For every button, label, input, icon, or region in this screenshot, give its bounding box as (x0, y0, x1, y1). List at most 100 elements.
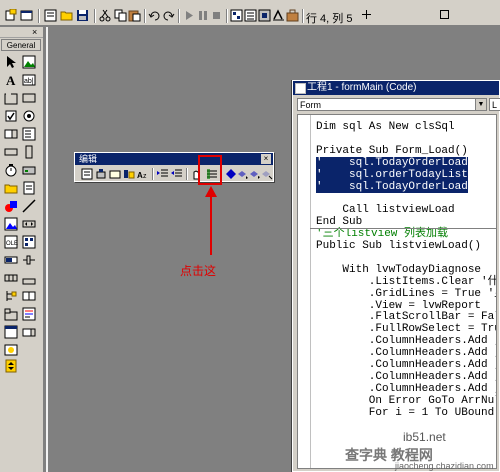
edit-toolbar: 编辑 × Az (74, 152, 274, 182)
add-form-icon[interactable] (20, 9, 34, 22)
dirlistbox-tool-icon[interactable] (4, 181, 18, 195)
pointer-tool-icon[interactable] (4, 55, 18, 69)
code-line: .FullRowSelect = True (316, 323, 497, 336)
save-project-icon[interactable] (76, 9, 90, 22)
end-icon[interactable] (210, 9, 224, 22)
code-line: .ColumnHeaders.Add , , (316, 335, 497, 348)
drivelistbox-tool-icon[interactable] (22, 163, 36, 177)
cursor-position-status: 行 4, 列 5 (306, 13, 353, 25)
code-line: .FlatScrollBar = False (316, 311, 497, 324)
complete-word-icon[interactable]: Az (137, 168, 149, 180)
form-layout-icon[interactable] (258, 9, 272, 22)
watermark-line-1: ib51.net (403, 430, 446, 444)
toolbar-tool-icon[interactable] (4, 271, 18, 285)
code-line: On Error GoTo ArrNullA (316, 394, 497, 407)
code-line: Call listviewLoad (316, 204, 455, 217)
svg-text:z: z (143, 173, 147, 180)
line-tool-icon[interactable] (22, 199, 36, 213)
label-tool-icon[interactable]: A (4, 73, 18, 87)
code-line: '三个listview 列表加载 (316, 228, 449, 241)
code-window-icon (295, 83, 306, 94)
combobox-tool-icon[interactable] (4, 127, 18, 141)
image-tool-icon[interactable] (4, 217, 18, 231)
animation-tool-icon[interactable] (4, 343, 18, 357)
open-project-icon[interactable] (60, 9, 74, 22)
code-line: ' sql.TodayOrderLoad (316, 156, 468, 169)
break-icon[interactable] (196, 9, 210, 22)
clear-bookmarks-icon[interactable] (261, 168, 273, 180)
size-icon (440, 10, 449, 19)
progressbar-tool-icon[interactable] (4, 253, 18, 267)
next-bookmark-icon[interactable] (237, 168, 249, 180)
richtextbox-tool-icon[interactable] (22, 307, 36, 321)
menu-editor-icon[interactable] (44, 9, 58, 22)
undo-icon[interactable] (148, 9, 162, 22)
edit-toolbar-close-button[interactable]: × (261, 154, 271, 164)
svg-text:ab|: ab| (24, 78, 34, 85)
statusbar-tool-icon[interactable] (22, 271, 36, 285)
chevron-down-icon[interactable]: ▼ (475, 99, 486, 110)
commandbutton-tool-icon[interactable] (22, 91, 36, 105)
list-constants-icon[interactable] (95, 168, 107, 180)
vscrollbar-tool-icon[interactable] (22, 145, 36, 159)
parameter-info-icon[interactable] (123, 168, 135, 180)
tabstrip-tool-icon[interactable] (4, 307, 18, 321)
monthview-tool-icon[interactable] (4, 325, 18, 339)
code-gutter (298, 115, 311, 468)
code-line: ' sql.TodayOrderLoad (316, 180, 468, 193)
shape-tool-icon[interactable] (4, 199, 18, 213)
properties-window-icon[interactable] (244, 9, 258, 22)
treeview-tool-icon[interactable] (4, 289, 18, 303)
cut-icon[interactable] (98, 9, 112, 22)
annotation-arrow-icon (205, 186, 217, 255)
ole-tool-icon[interactable]: OLE (4, 235, 18, 249)
data-tool-icon[interactable] (22, 217, 36, 231)
toolbox-panel: × General A ab| OLE (0, 27, 44, 472)
start-icon[interactable] (182, 9, 196, 22)
code-window-title[interactable]: 工程1 - formMain (Code) (293, 81, 499, 95)
procedure-combobox[interactable]: L (489, 98, 500, 111)
picturebox-tool-icon[interactable] (22, 55, 36, 69)
listbox-tool-icon[interactable] (22, 127, 36, 141)
toolbox-close-button[interactable]: × (32, 27, 37, 37)
toggle-bookmark-icon[interactable] (225, 168, 237, 180)
indent-icon[interactable] (157, 168, 169, 180)
frame-tool-icon[interactable] (4, 91, 18, 105)
previous-bookmark-icon[interactable] (249, 168, 261, 180)
updown-tool-icon[interactable] (4, 359, 18, 373)
list-properties-icon[interactable] (81, 168, 93, 180)
position-icon (362, 10, 371, 19)
code-line: .ColumnHeaders.Add , , (316, 359, 497, 371)
copy-icon[interactable] (114, 9, 128, 22)
toolbox-icon[interactable] (286, 9, 300, 22)
edit-toolbar-title[interactable]: 编辑 (75, 153, 273, 165)
timer-tool-icon[interactable] (4, 163, 18, 177)
optionbutton-tool-icon[interactable] (22, 109, 36, 123)
redo-icon[interactable] (162, 9, 176, 22)
code-editor[interactable]: Dim sql As New clsSql Private Sub Form_Lo… (297, 114, 497, 469)
add-project-icon[interactable] (4, 9, 18, 22)
code-line: .ListItems.Clear '什么 (316, 275, 497, 288)
code-line: With lvwTodayDiagnose (316, 263, 482, 276)
quick-info-icon[interactable] (109, 168, 121, 180)
svg-text:A: A (6, 73, 16, 87)
checkbox-tool-icon[interactable] (4, 109, 18, 123)
code-line: .GridLines = True '显示 (316, 287, 497, 300)
object-combobox[interactable]: Form ▼ (297, 98, 487, 111)
datetimepicker-tool-icon[interactable] (22, 325, 36, 339)
project-explorer-icon[interactable] (230, 9, 244, 22)
paste-icon[interactable] (128, 9, 142, 22)
code-line: .ColumnHeaders.Add , , (316, 382, 497, 395)
object-browser-icon[interactable] (272, 9, 286, 22)
toolbox-tab-general[interactable]: General (1, 39, 41, 51)
filelistbox-tool-icon[interactable] (22, 181, 36, 195)
hscrollbar-tool-icon[interactable] (4, 145, 18, 159)
toolbox-header: × (0, 27, 43, 38)
listview-tool-icon[interactable] (22, 235, 36, 249)
slider-tool-icon[interactable] (22, 253, 36, 267)
imagelist-tool-icon[interactable] (22, 289, 36, 303)
outdent-icon[interactable] (171, 168, 183, 180)
procedure-separator (310, 228, 496, 230)
code-line: Dim sql As New clsSql (316, 121, 455, 133)
textbox-tool-icon[interactable]: ab| (22, 73, 36, 87)
